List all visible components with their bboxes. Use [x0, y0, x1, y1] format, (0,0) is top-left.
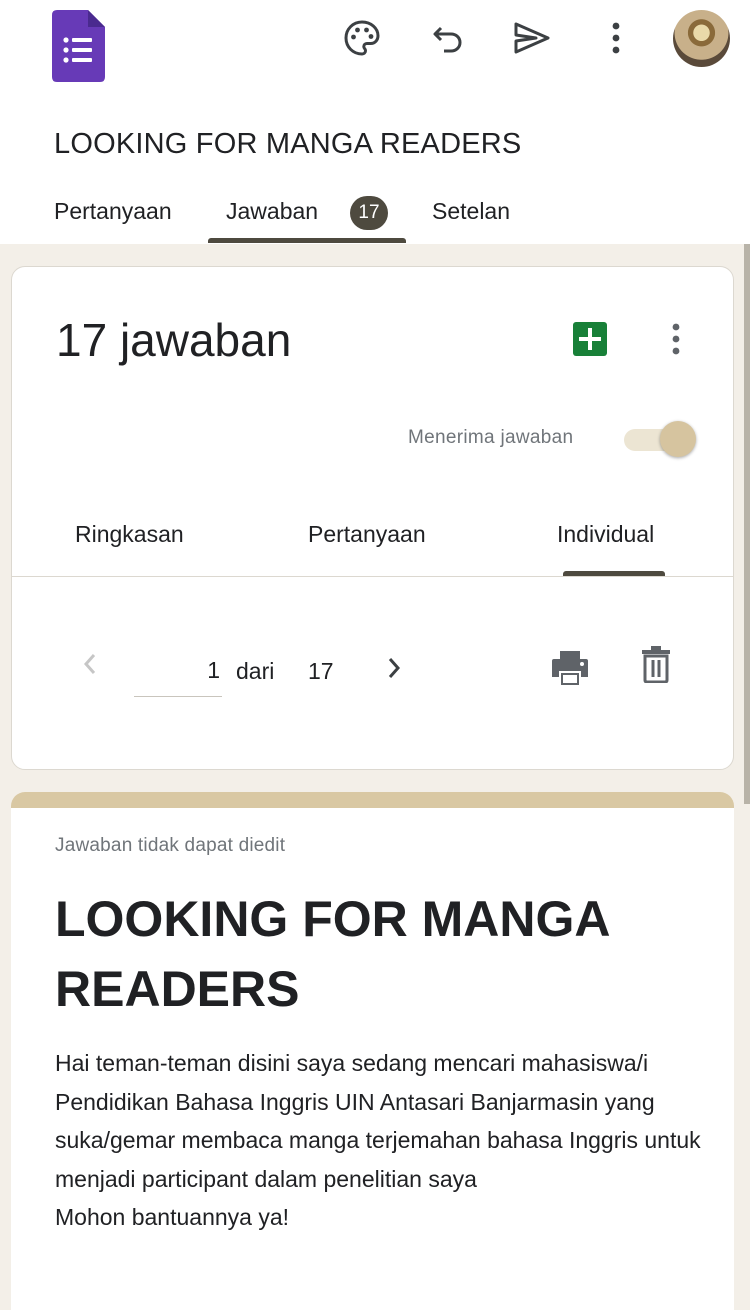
- responses-summary-card: 17 jawaban Menerima jawaban Ringkasan Pe…: [11, 266, 734, 770]
- response-form-title: LOOKING FOR MANGA READERS: [55, 891, 609, 1017]
- active-tab-indicator: [208, 238, 406, 243]
- chevron-right-icon[interactable]: [382, 653, 406, 683]
- send-icon[interactable]: [508, 14, 556, 62]
- individual-response-card: Jawaban tidak dapat diedit LOOKING FOR M…: [11, 792, 734, 1310]
- tab-questions[interactable]: Pertanyaan: [54, 198, 172, 225]
- accepting-responses-toggle[interactable]: [624, 421, 696, 457]
- chevron-left-icon[interactable]: [78, 649, 102, 679]
- responses-count-title: 17 jawaban: [56, 314, 292, 366]
- main-tabs: Pertanyaan Jawaban 17 Setelan: [0, 188, 750, 244]
- not-editable-notice: Jawaban tidak dapat diedit: [55, 835, 286, 856]
- google-forms-icon[interactable]: [52, 10, 105, 82]
- more-vert-icon[interactable]: [592, 14, 640, 62]
- divider: [12, 576, 733, 577]
- page-total: 17: [308, 658, 334, 684]
- palette-icon[interactable]: [338, 14, 386, 62]
- top-app-bar: [0, 0, 750, 95]
- responses-count-badge: 17: [350, 196, 388, 230]
- user-avatar[interactable]: [673, 10, 730, 67]
- subtab-question[interactable]: Pertanyaan: [308, 521, 426, 548]
- page-number-input[interactable]: [134, 645, 222, 697]
- more-vert-icon[interactable]: [664, 319, 688, 359]
- tab-responses[interactable]: Jawaban: [226, 198, 318, 225]
- delete-icon[interactable]: [640, 645, 672, 684]
- subtab-summary[interactable]: Ringkasan: [75, 521, 184, 548]
- subtab-individual[interactable]: Individual: [557, 521, 654, 548]
- toggle-knob: [660, 421, 696, 457]
- theme-color-band: [11, 792, 734, 808]
- google-sheets-icon[interactable]: [573, 322, 607, 356]
- tab-settings[interactable]: Setelan: [432, 198, 510, 225]
- form-title: LOOKING FOR MANGA READERS: [54, 128, 522, 160]
- print-icon[interactable]: [550, 649, 590, 687]
- scrollbar[interactable]: [744, 244, 750, 804]
- accepting-responses-label: Menerima jawaban: [408, 427, 574, 448]
- page-of-label: dari: [236, 658, 275, 684]
- undo-icon[interactable]: [424, 14, 472, 62]
- form-description: Hai teman-teman disini saya sedang menca…: [55, 1050, 701, 1230]
